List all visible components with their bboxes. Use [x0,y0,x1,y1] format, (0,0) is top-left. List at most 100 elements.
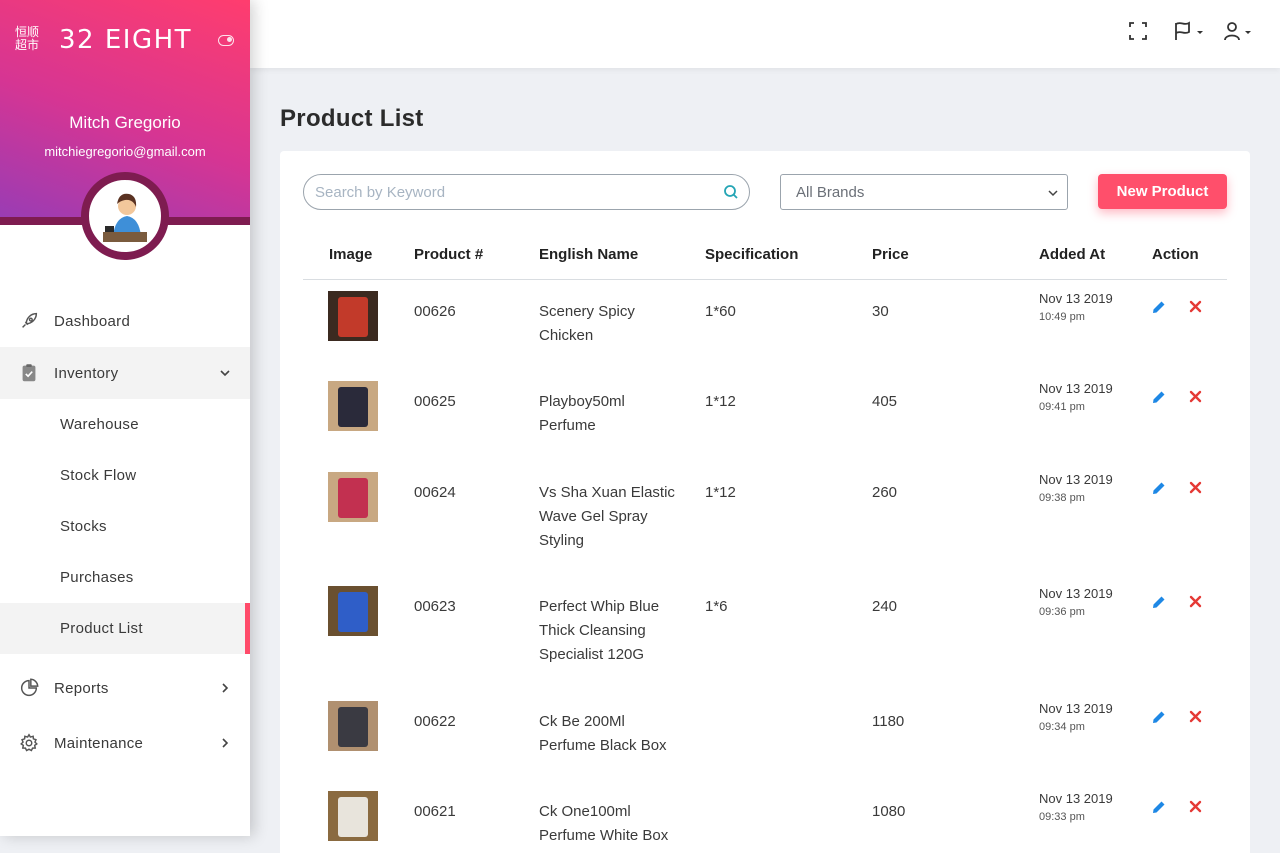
product-price: 405 [872,393,898,410]
column-header-image: Image [329,246,373,263]
product-name: Vs Sha Xuan Elastic Wave Gel Spray Styli… [539,484,675,549]
nav-purchases[interactable]: Purchases [0,552,250,603]
column-header-specification: Specification [705,246,799,263]
nav-product-list[interactable]: Product List [0,603,250,654]
product-spec: 1*6 [705,598,728,615]
product-name: Perfect Whip Blue Thick Cleansing Specia… [539,598,660,663]
avatar[interactable] [81,172,169,260]
product-name: Ck Be 200Ml Perfume Black Box [539,713,667,754]
added-date: Nov 13 2019 [1039,586,1113,601]
product-number: 00623 [414,598,456,615]
edit-pencil-icon[interactable] [1151,389,1167,405]
user-email: mitchiegregorio@gmail.com [44,144,206,159]
chevron-right-icon [222,683,229,693]
column-header-added-at: Added At [1039,246,1106,263]
product-thumbnail[interactable] [328,381,378,431]
added-time: 09:41 pm [1039,401,1085,413]
product-thumbnail[interactable] [328,291,378,341]
product-name: Ck One100ml Perfume White Box [539,803,669,844]
added-time: 09:38 pm [1039,492,1085,504]
nav-maintenance-label: Maintenance [54,734,144,752]
brand-filter-value: All Brands [796,183,865,201]
product-number: 00621 [414,803,456,820]
added-date: Nov 13 2019 [1039,381,1113,396]
nav-stock-flow[interactable]: Stock Flow [0,450,250,501]
sidebar: 恒顺超市 32 EIGHT Mitch Gregorio mitchiegreg… [0,0,250,836]
added-date: Nov 13 2019 [1039,291,1113,306]
delete-x-icon[interactable] [1189,595,1202,608]
nav-reports[interactable]: Reports [0,662,250,714]
search-icon[interactable] [723,184,739,200]
fullscreen-icon[interactable] [1128,20,1148,42]
product-spec: 1*12 [705,393,736,410]
column-header-english-name: English Name [539,246,639,263]
added-date: Nov 13 2019 [1039,791,1113,806]
table-header: Image Product # English Name Specificati… [303,237,1227,280]
column-header-price: Price [872,246,909,263]
product-thumbnail[interactable] [328,472,378,522]
edit-pencil-icon[interactable] [1151,299,1167,315]
product-number: 00626 [414,303,456,320]
product-thumbnail[interactable] [328,701,378,751]
column-header-action: Action [1152,246,1199,263]
brand-filter-select[interactable]: All Brands [780,174,1068,210]
delete-x-icon[interactable] [1189,481,1202,494]
topbar [250,0,1280,68]
chevron-right-icon [222,738,229,748]
edit-pencil-icon[interactable] [1151,709,1167,725]
flag-icon[interactable] [1173,20,1207,42]
product-number: 00625 [414,393,456,410]
clipboard-icon [22,364,36,382]
nav-dashboard[interactable]: Dashboard [0,295,250,347]
added-date: Nov 13 2019 [1039,472,1113,487]
product-name: Playboy50ml Perfume [539,393,625,434]
nav-warehouse[interactable]: Warehouse [0,399,250,450]
product-price: 1180 [872,713,905,730]
edit-pencil-icon[interactable] [1151,594,1167,610]
added-time: 09:36 pm [1039,606,1085,618]
product-name: Scenery Spicy Chicken [539,303,635,344]
product-price: 240 [872,598,898,615]
nav-stocks[interactable]: Stocks [0,501,250,552]
brand-logo[interactable]: 恒顺超市 [15,26,45,52]
product-list-card: All Brands New Product Image Product # E… [280,151,1250,853]
edit-pencil-icon[interactable] [1151,799,1167,815]
delete-x-icon[interactable] [1189,800,1202,813]
search-input[interactable] [303,174,750,210]
product-thumbnail[interactable] [328,791,378,841]
delete-x-icon[interactable] [1189,390,1202,403]
sidebar-toggle-icon[interactable] [218,35,234,46]
added-time: 10:49 pm [1039,311,1085,323]
product-number: 00624 [414,484,456,501]
new-product-button[interactable]: New Product [1098,174,1227,209]
product-thumbnail[interactable] [328,586,378,636]
column-header-product-number: Product # [414,246,484,263]
user-name: Mitch Gregorio [69,113,181,132]
added-time: 09:33 pm [1039,811,1085,823]
page-title: Product List [280,105,424,132]
added-time: 09:34 pm [1039,721,1085,733]
avatar-illustration [103,193,147,242]
nav-maintenance[interactable]: Maintenance [0,717,250,769]
chevron-down-icon [220,370,230,377]
edit-pencil-icon[interactable] [1151,480,1167,496]
user-menu-icon[interactable] [1222,20,1256,42]
nav-inventory[interactable]: Inventory [0,347,250,399]
chevron-down-icon [1048,190,1058,197]
product-spec: 1*60 [705,303,736,320]
product-price: 1080 [872,803,906,820]
added-date: Nov 13 2019 [1039,701,1113,716]
product-spec: 1*12 [705,484,736,501]
gear-icon [20,733,38,752]
delete-x-icon[interactable] [1189,300,1202,313]
nav-dashboard-label: Dashboard [54,312,131,330]
delete-x-icon[interactable] [1189,710,1202,723]
product-price: 260 [872,484,898,501]
rocket-icon [22,312,38,328]
product-number: 00622 [414,713,456,730]
product-price: 30 [872,303,889,320]
brand-name[interactable]: 32 EIGHT [59,25,192,55]
nav-inventory-label: Inventory [54,364,119,382]
sidebar-nav: Dashboard Inventory Warehouse Stock Flow… [0,295,250,769]
pie-chart-icon [20,678,39,697]
